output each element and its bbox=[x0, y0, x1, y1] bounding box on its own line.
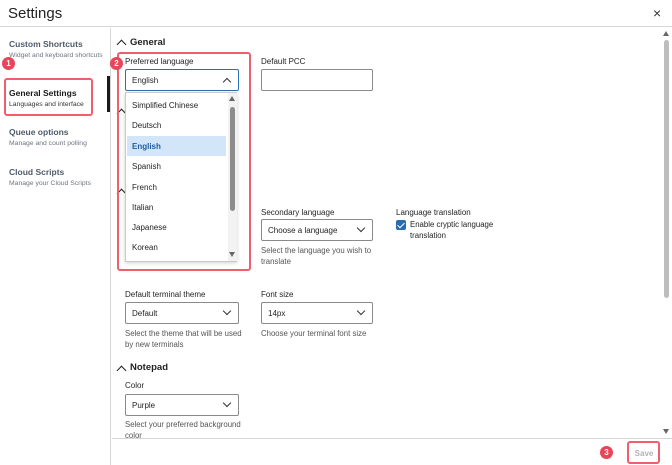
secondary-language-label: Secondary language bbox=[261, 208, 335, 217]
save-button[interactable]: Save bbox=[632, 444, 656, 462]
language-option[interactable]: Simplified Chinese bbox=[127, 95, 226, 115]
language-option[interactable]: Korean bbox=[127, 237, 226, 257]
terminal-theme-help: Select the theme that will be used by ne… bbox=[125, 329, 242, 349]
annotation-badge: 1 bbox=[2, 57, 15, 70]
default-pcc-label: Default PCC bbox=[261, 57, 306, 66]
preferred-language-dropdown: Simplified Chinese Deutsch English Spani… bbox=[125, 92, 237, 262]
section-header-general: General bbox=[130, 37, 166, 48]
chevron-down-icon bbox=[356, 223, 366, 233]
sidebar-item-subtitle: Manage and count polling bbox=[9, 140, 87, 147]
annotation-badge: 3 bbox=[600, 446, 613, 459]
active-indicator bbox=[107, 76, 110, 112]
chevron-down-icon bbox=[222, 398, 232, 408]
section-header-notepad: Notepad bbox=[130, 362, 168, 373]
language-option[interactable]: Deutsch bbox=[127, 115, 226, 135]
notepad-color-select[interactable]: Purple bbox=[125, 394, 239, 416]
preferred-language-value: English bbox=[132, 76, 159, 85]
chevron-up-icon[interactable] bbox=[116, 39, 127, 50]
language-option[interactable]: Japanese bbox=[127, 217, 226, 237]
secondary-language-help: Select the language you wish to translat… bbox=[261, 246, 372, 266]
font-size-select[interactable]: 14px bbox=[261, 302, 373, 324]
notepad-color-value: Purple bbox=[132, 401, 156, 410]
sidebar-item-cloud-scripts[interactable]: Cloud Scripts Manage your Cloud Scripts bbox=[0, 164, 110, 192]
scroll-down-arrow-icon[interactable] bbox=[229, 252, 235, 257]
close-icon[interactable]: × bbox=[653, 5, 661, 21]
sidebar-item-queue-options[interactable]: Queue options Manage and count polling bbox=[0, 124, 110, 152]
chevron-down-icon bbox=[222, 306, 232, 316]
content-scrollbar-thumb[interactable] bbox=[664, 40, 669, 298]
settings-content: General Preferred language English Defau… bbox=[112, 28, 660, 438]
scroll-down-arrow-icon[interactable] bbox=[663, 429, 669, 434]
language-option[interactable]: French bbox=[127, 177, 226, 197]
sidebar-item-title: Custom Shortcuts bbox=[9, 39, 83, 49]
chevron-up-icon[interactable] bbox=[116, 365, 127, 376]
sidebar-item-title: General Settings bbox=[9, 88, 77, 98]
notepad-color-label: Color bbox=[125, 381, 145, 390]
secondary-language-value: Choose a language bbox=[268, 226, 338, 235]
sidebar-item-title: Cloud Scripts bbox=[9, 167, 65, 177]
notepad-color-help: Select your preferred background color bbox=[125, 420, 241, 438]
sidebar-item-custom-shortcuts[interactable]: Custom Shortcuts Widget and keyboard sho… bbox=[0, 36, 110, 70]
secondary-language-select[interactable]: Choose a language bbox=[261, 219, 373, 241]
title-bar: Settings × bbox=[0, 0, 672, 27]
font-size-help: Choose your terminal font size bbox=[261, 329, 367, 338]
terminal-theme-label: Default terminal theme bbox=[125, 290, 206, 299]
language-option-selected[interactable]: English bbox=[127, 136, 226, 156]
language-option[interactable]: Italian bbox=[127, 197, 226, 217]
cryptic-translation-label: Enable cryptic language translation bbox=[410, 220, 494, 240]
scroll-up-arrow-icon[interactable] bbox=[229, 96, 235, 101]
language-translation-label: Language translation bbox=[396, 208, 471, 217]
footer bbox=[112, 438, 672, 465]
chevron-up-icon bbox=[222, 77, 232, 87]
sidebar-item-subtitle: Manage your Cloud Scripts bbox=[9, 180, 91, 187]
preferred-language-select[interactable]: English bbox=[125, 69, 239, 91]
scroll-up-arrow-icon[interactable] bbox=[663, 31, 669, 36]
terminal-theme-select[interactable]: Default bbox=[125, 302, 239, 324]
sidebar-item-subtitle: Languages and interface bbox=[9, 101, 84, 108]
default-pcc-input[interactable] bbox=[261, 69, 373, 91]
font-size-value: 14px bbox=[268, 309, 286, 318]
sidebar-item-general-settings[interactable]: General Settings Languages and interface bbox=[0, 80, 110, 114]
dropdown-scrollbar-thumb[interactable] bbox=[230, 107, 235, 211]
sidebar-item-title: Queue options bbox=[9, 127, 69, 137]
terminal-theme-value: Default bbox=[132, 309, 158, 318]
preferred-language-label: Preferred language bbox=[125, 57, 194, 66]
window-title: Settings bbox=[8, 5, 63, 22]
font-size-label: Font size bbox=[261, 290, 294, 299]
language-option[interactable]: Spanish bbox=[127, 156, 226, 176]
cryptic-translation-checkbox[interactable] bbox=[396, 220, 406, 230]
sidebar-item-subtitle: Widget and keyboard shortcuts bbox=[9, 52, 103, 59]
sidebar: Custom Shortcuts Widget and keyboard sho… bbox=[0, 28, 111, 465]
chevron-down-icon bbox=[356, 306, 366, 316]
annotation-badge: 2 bbox=[110, 57, 123, 70]
